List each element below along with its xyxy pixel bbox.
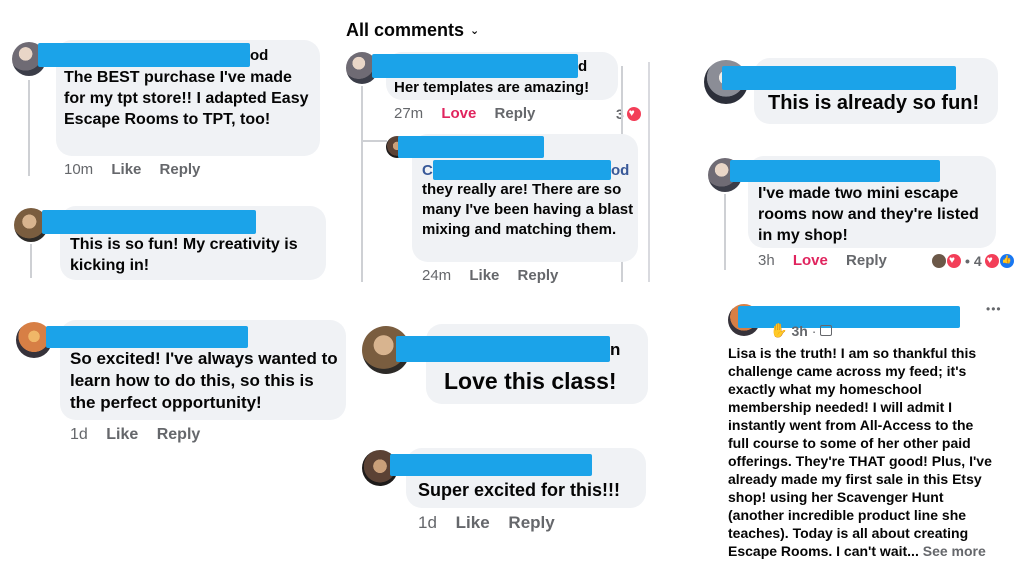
- reaction-count[interactable]: • 4: [932, 253, 1014, 269]
- timestamp: 3h: [791, 322, 808, 339]
- heart-icon: [947, 254, 961, 268]
- author-name-fragment: od: [250, 47, 269, 64]
- comment-text: So excited! I've always wanted to learn …: [70, 349, 338, 412]
- comment-actions: 24m Like Reply: [422, 267, 572, 284]
- reply-button[interactable]: Reply: [157, 426, 201, 443]
- thread-line: [724, 194, 726, 270]
- reply-button[interactable]: Reply: [160, 161, 201, 178]
- timestamp: 10m: [64, 161, 94, 178]
- timestamp: 27m: [394, 105, 424, 122]
- reply-connector: [361, 140, 387, 142]
- more-options-button[interactable]: •••: [986, 302, 1002, 316]
- separator-dot: ·: [811, 322, 817, 339]
- comment-actions: 3h Love Reply: [758, 252, 901, 269]
- comment-text: Super excited for this!!!: [418, 480, 621, 500]
- author-name-fragment: C: [422, 162, 433, 179]
- redacted-name: [42, 210, 256, 234]
- redacted-name: [730, 160, 940, 182]
- comment-actions: 27m Love Reply: [394, 105, 549, 122]
- chevron-down-icon: ⌄: [470, 25, 480, 37]
- thread-line: [361, 86, 363, 282]
- like-button[interactable]: Like: [469, 267, 499, 284]
- redacted-name: [46, 326, 248, 348]
- redacted-name: [372, 54, 578, 78]
- redacted-name: [396, 336, 610, 362]
- author-name-fragment: od: [611, 162, 630, 179]
- reply-button[interactable]: Reply: [518, 267, 559, 284]
- thread-line: [28, 80, 30, 176]
- reaction-separator: •: [965, 253, 970, 269]
- reaction-count[interactable]: 3: [616, 106, 641, 122]
- heart-icon: [984, 254, 999, 268]
- thread-line: [30, 244, 32, 278]
- comment-actions: 1d Like Reply: [70, 426, 214, 444]
- reply-button[interactable]: Reply: [508, 513, 554, 532]
- redacted-name: [390, 454, 592, 476]
- comment-text: Her templates are amazing!: [394, 79, 590, 96]
- reply-button[interactable]: Reply: [495, 105, 536, 122]
- timestamp: 24m: [422, 267, 452, 284]
- wave-icon: ✋: [770, 322, 788, 338]
- page-title: All comments: [346, 20, 465, 40]
- comment-text: Love this class!: [444, 368, 617, 394]
- comment-text: they really are! There are so many I've …: [422, 181, 634, 238]
- like-button[interactable]: Like: [111, 161, 141, 178]
- audience-icon: [820, 325, 833, 336]
- heart-icon: [626, 107, 641, 121]
- author-name-fragment: d: [578, 58, 588, 75]
- comment-actions: 10m Like Reply: [64, 161, 214, 178]
- timestamp: 1d: [418, 513, 437, 532]
- comments-filter[interactable]: All comments ⌄: [346, 20, 479, 41]
- post-body: Lisa is the truth! I am so thankful this…: [728, 344, 996, 560]
- redacted-name: [722, 66, 956, 90]
- redacted-name: [433, 160, 611, 180]
- timestamp: 3h: [758, 252, 775, 269]
- like-button[interactable]: Like: [106, 426, 138, 443]
- post-meta: ✋ 3h ·: [770, 322, 833, 339]
- timestamp: 1d: [70, 426, 88, 443]
- redacted-name: [38, 43, 250, 67]
- love-reaction-button[interactable]: Love: [441, 105, 476, 122]
- comment-text: The BEST purchase I've made for my tpt s…: [64, 69, 309, 128]
- reactor-avatar-icon: [932, 254, 946, 268]
- author-name-fragment: n: [610, 340, 621, 359]
- redacted-name: [398, 136, 544, 158]
- like-button[interactable]: Like: [456, 513, 490, 532]
- reaction-count-value: 4: [973, 253, 982, 269]
- comment-actions: 1d Like Reply: [418, 513, 569, 533]
- comment-text: This is already so fun!: [768, 92, 980, 114]
- reply-button[interactable]: Reply: [846, 252, 887, 269]
- comment-text: This is so fun! My creativity is kicking…: [70, 236, 298, 274]
- comment-text: I've made two mini escape rooms now and …: [758, 185, 979, 244]
- like-thumb-icon: [999, 254, 1014, 268]
- see-more-link[interactable]: See more: [923, 543, 986, 559]
- post-text: Lisa is the truth! I am so thankful this…: [728, 345, 992, 559]
- love-reaction-button[interactable]: Love: [793, 252, 828, 269]
- column-divider: [648, 62, 650, 282]
